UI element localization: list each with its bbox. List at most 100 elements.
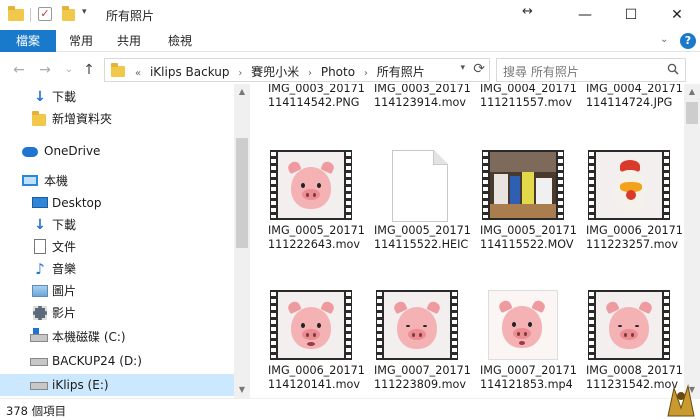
chevron-right-icon[interactable]: ›	[238, 68, 242, 79]
file-list: IMG_0003_20171114114542.PNG IMG_0003_201…	[250, 84, 684, 398]
quick-access-dropdown-icon[interactable]: ▾	[82, 7, 87, 17]
tab-file[interactable]: 檔案	[0, 30, 56, 52]
video-thumbnail	[376, 290, 458, 360]
back-button[interactable]: ←	[10, 60, 28, 80]
sidebar-item-onedrive[interactable]: OneDrive	[0, 140, 234, 162]
folder-icon	[32, 111, 48, 128]
navigation-bar: ← → ⌄ ↑ « iKlips Backup › 賽兜小米 › Photo ›…	[0, 56, 700, 84]
breadcrumb-iklips-backup[interactable]: iKlips Backup	[150, 65, 230, 79]
video-thumbnail	[588, 150, 670, 220]
sidebar-item-documents[interactable]: 文件	[0, 236, 234, 258]
video-thumbnail	[270, 150, 352, 220]
sidebar-item-music[interactable]: ♪ 音樂	[0, 258, 234, 280]
file-name: IMG_0004_20171114114724.JPG	[586, 84, 683, 109]
sidebar-item-pictures[interactable]: 圖片	[0, 280, 234, 302]
up-button[interactable]: ↑	[80, 60, 98, 80]
address-dropdown-icon[interactable]: ▾	[460, 63, 465, 73]
sidebar-item-label: 音樂	[52, 262, 77, 276]
file-name: IMG_0005_20171114115522.HEIC	[374, 224, 471, 251]
download-icon: ↓	[34, 89, 46, 105]
sidebar-item-this-pc[interactable]: 本機	[0, 170, 234, 192]
title-bar: ✓ ▾ 所有照片 ↔ — ☐ ✕	[0, 0, 700, 30]
folder-icon	[8, 6, 24, 21]
divider	[30, 8, 31, 22]
sidebar-item-label: BACKUP24 (D:)	[52, 354, 142, 368]
status-bar: 378 個項目	[0, 398, 700, 420]
sidebar-item-desktop[interactable]: Desktop	[0, 192, 234, 214]
scrollbar-thumb[interactable]	[686, 102, 698, 124]
sidebar-item-local-disk-c[interactable]: 本機磁碟 (C:)	[0, 326, 234, 348]
scroll-up-icon[interactable]: ▲	[234, 84, 250, 100]
properties-icon[interactable]: ✓	[38, 7, 52, 21]
sidebar-item-label: iKlips (E:)	[52, 378, 109, 392]
scroll-up-icon[interactable]: ▲	[684, 84, 700, 100]
refresh-icon[interactable]: ⟳	[473, 61, 485, 77]
window-title: 所有照片	[106, 9, 155, 23]
blank-file-icon	[376, 150, 458, 222]
sidebar-item-downloads-quick[interactable]: ↓ 下載	[0, 86, 234, 108]
sidebar-item-label: 文件	[52, 240, 77, 254]
forward-button[interactable]: →	[36, 60, 54, 80]
sidebar-item-label: 下載	[52, 90, 77, 104]
help-icon[interactable]: ?	[680, 33, 696, 49]
sidebar-item-label: 本機	[44, 174, 69, 188]
search-input[interactable]: 搜尋 所有照片	[503, 63, 579, 80]
download-icon: ↓	[34, 217, 46, 233]
search-icon[interactable]	[667, 63, 679, 75]
drive-icon	[30, 358, 48, 366]
drive-icon	[30, 382, 48, 390]
breadcrumb-xiaomi[interactable]: 賽兜小米	[251, 65, 299, 79]
sidebar-item-videos[interactable]: 影片	[0, 302, 234, 324]
ribbon-tabs: 檔案 常用 共用 檢視 ⌄ ?	[0, 30, 700, 52]
recent-locations-button[interactable]: ⌄	[60, 60, 78, 80]
sidebar-item-downloads[interactable]: ↓ 下載	[0, 214, 234, 236]
file-name: IMG_0003_20171114123914.mov	[374, 84, 471, 109]
sidebar-item-backup24-d[interactable]: BACKUP24 (D:)	[0, 350, 234, 372]
video-thumbnail	[588, 290, 670, 360]
file-name: IMG_0006_20171114120141.mov	[268, 364, 365, 391]
sidebar-item-label: OneDrive	[44, 144, 101, 158]
this-pc-icon	[22, 175, 38, 186]
local-disk-icon	[30, 328, 48, 342]
desktop-icon	[32, 197, 48, 208]
documents-icon	[34, 239, 46, 254]
music-icon: ♪	[35, 260, 45, 278]
sidebar-item-iklips-e[interactable]: iKlips (E:)	[0, 374, 234, 396]
video-thumbnail	[270, 290, 352, 360]
breadcrumb-photo[interactable]: Photo	[321, 65, 355, 79]
navigation-pane: ↓ 下載 新增資料夾 OneDrive 本機 Desktop ↓ 下載 文件 ♪…	[0, 84, 250, 398]
search-box[interactable]: 搜尋 所有照片	[496, 58, 686, 82]
tab-view[interactable]: 檢視	[156, 30, 204, 52]
scrollbar-thumb[interactable]	[236, 138, 248, 248]
file-name: IMG_0006_20171111223257.mov	[586, 224, 683, 251]
file-name: IMG_0004_20171111211557.mov	[480, 84, 577, 109]
scroll-down-icon[interactable]: ▼	[234, 382, 250, 398]
onedrive-icon	[22, 147, 38, 157]
maximize-button[interactable]: ☐	[608, 0, 654, 30]
chevron-right-icon[interactable]: ›	[308, 68, 312, 79]
tab-share[interactable]: 共用	[106, 30, 152, 52]
sidebar-item-label: 圖片	[52, 284, 77, 298]
file-name: IMG_0005_20171114115522.MOV	[480, 224, 577, 251]
new-folder-icon[interactable]	[62, 6, 75, 21]
file-name: IMG_0007_20171111223809.mov	[374, 364, 471, 391]
expand-ribbon-icon[interactable]: ⌄	[660, 34, 668, 45]
file-name: IMG_0005_20171111222643.mov	[268, 224, 365, 251]
content-scrollbar[interactable]: ▲ ▼	[684, 84, 700, 398]
overflow-chevron-icon[interactable]: «	[135, 68, 141, 79]
sidebar-item-new-folder[interactable]: 新增資料夾	[0, 108, 234, 130]
item-count: 378 個項目	[6, 404, 67, 418]
breadcrumb-all-photos[interactable]: 所有照片	[377, 65, 425, 79]
video-thumbnail	[482, 150, 564, 220]
sidebar-item-label: 本機磁碟 (C:)	[52, 330, 126, 344]
file-name: IMG_0007_20171114121853.mp4	[480, 364, 577, 391]
folder-icon	[111, 63, 125, 77]
resize-cursor-icon: ↔	[522, 4, 533, 19]
sidebar-item-label: 影片	[52, 306, 77, 320]
sidebar-scrollbar[interactable]: ▲ ▼	[234, 84, 250, 398]
tab-home[interactable]: 常用	[58, 30, 104, 52]
close-button[interactable]: ✕	[654, 0, 700, 30]
minimize-button[interactable]: —	[562, 0, 608, 30]
chevron-right-icon[interactable]: ›	[364, 68, 368, 79]
address-bar[interactable]: « iKlips Backup › 賽兜小米 › Photo › 所有照片 ▾ …	[104, 58, 490, 82]
